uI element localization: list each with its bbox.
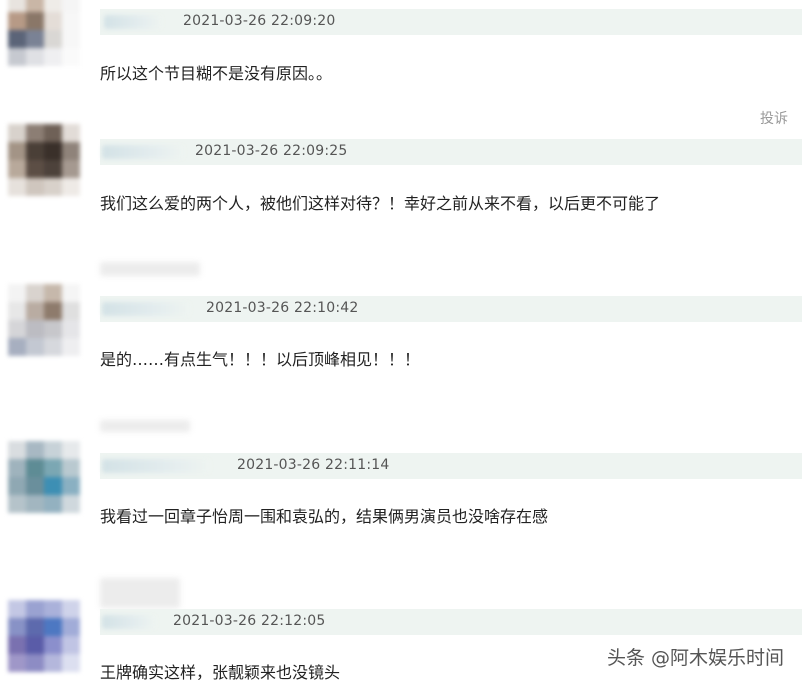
username-blurred[interactable] <box>102 615 156 629</box>
comment-text: 我们这么爱的两个人，被他们这样对待？！幸好之前从来不看，以后更不可能了 <box>100 194 661 213</box>
comment-timestamp: 2021-03-26 22:10:42 <box>206 300 359 316</box>
comment-timestamp: 2021-03-26 22:09:25 <box>195 143 348 159</box>
comment-text: 所以这个节目糊不是没有原因。。 <box>100 64 333 83</box>
comment-text: 王牌确实这样，张靓颖来也没镜头 <box>100 663 341 682</box>
blurred-text <box>100 262 200 276</box>
blurred-text <box>100 420 190 432</box>
source-watermark: 头条 @阿木娱乐时间 <box>606 647 784 669</box>
blurred-text <box>100 578 180 608</box>
comment-text: 我看过一回章子怡周一围和袁弘的，结果俩男演员也没啥存在感 <box>100 507 549 526</box>
username-blurred[interactable] <box>102 302 190 316</box>
comment-meta-bar: 2021-03-26 22:10:42 <box>100 296 802 322</box>
comment-meta-bar: 2021-03-26 22:09:25 <box>100 139 802 165</box>
avatar[interactable] <box>8 284 80 356</box>
comment-timestamp: 2021-03-26 22:09:20 <box>183 13 336 29</box>
comment-timestamp: 2021-03-26 22:12:05 <box>173 613 326 629</box>
avatar[interactable] <box>8 600 80 672</box>
report-button[interactable]: 投诉 <box>760 108 788 128</box>
username-blurred[interactable] <box>104 15 162 29</box>
avatar[interactable] <box>8 124 80 196</box>
username-blurred[interactable] <box>102 145 184 159</box>
comment-timestamp: 2021-03-26 22:11:14 <box>237 457 390 473</box>
comment-meta-bar: 2021-03-26 22:09:20 <box>100 9 802 35</box>
username-blurred[interactable] <box>102 459 210 473</box>
comment-text: 是的……有点生气！！！以后顶峰相见！！！ <box>100 350 421 369</box>
avatar[interactable] <box>8 441 80 513</box>
comment-meta-bar: 2021-03-26 22:11:14 <box>100 453 802 479</box>
avatar[interactable] <box>8 0 80 66</box>
comment-meta-bar: 2021-03-26 22:12:05 <box>100 609 802 635</box>
